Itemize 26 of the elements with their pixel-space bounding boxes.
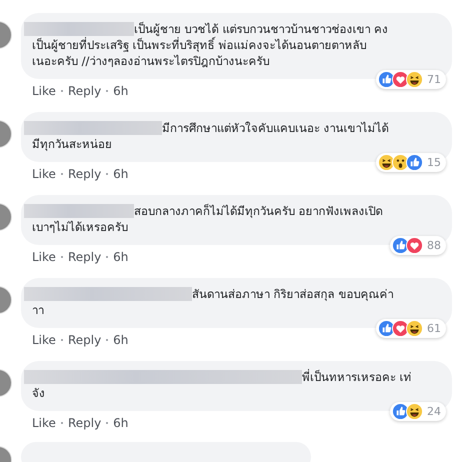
comment-text: าา	[32, 302, 44, 318]
comment-text: เนอะครับ //ว่างๆลองอ่านพระไตรปิฎกบ้างนะครับ	[32, 53, 270, 69]
comment-text: สอบกลางภาคก็ไม่ได้มีทุกวันครับ อยากฟังเพลงเปิด	[134, 203, 383, 219]
comment-text: เป็นผู้ชายที่ประเสริฐ เป็นพระที่บริสุทธิ์ พ่อแม่คงจะได้นอนตายตาหลับ	[32, 37, 366, 53]
timestamp: 6h	[113, 333, 128, 347]
timestamp: 6h	[113, 84, 128, 98]
comment-text: มีทุกวันสะหน่อย	[32, 136, 112, 152]
comment-text: พี่เป็นทหารเหรอคะ เท่	[302, 369, 412, 385]
reply-link[interactable]: Reply	[68, 84, 102, 98]
reply-link[interactable]: Reply	[68, 250, 102, 264]
timestamp: 6h	[113, 416, 128, 430]
comment-text: เป็นผู้ชาย บวชได้ แต่รบกวนชาวบ้านชาวช่องเขา คง	[134, 21, 388, 36]
comment-text: มีการศึกษาแต่หัวใจคับแคบเนอะ งานเขาไม่ได้	[162, 120, 389, 136]
reply-link[interactable]: Reply	[68, 333, 102, 347]
comment-text: จัง	[32, 385, 45, 401]
reply-link[interactable]: Reply	[68, 416, 102, 430]
like-link[interactable]: Like	[32, 416, 56, 430]
like-link[interactable]: Like	[32, 250, 56, 264]
comment-text: เบาๆไม่ได้เหรอครับ	[32, 219, 128, 235]
comment-text: สันดานส่อภาษา กิริยาส่อสกุล ขอบคุณค่า	[192, 286, 394, 302]
like-link[interactable]: Like	[32, 333, 56, 347]
like-link[interactable]: Like	[32, 167, 56, 181]
timestamp: 6h	[113, 167, 128, 181]
reply-link[interactable]: Reply	[68, 167, 102, 181]
like-link[interactable]: Like	[32, 84, 56, 98]
timestamp: 6h	[113, 250, 128, 264]
